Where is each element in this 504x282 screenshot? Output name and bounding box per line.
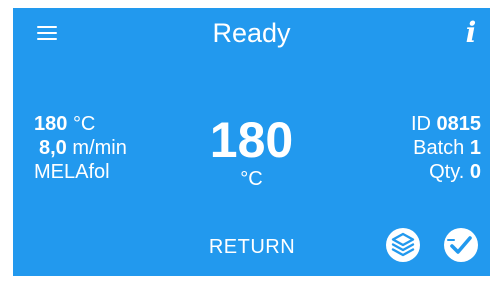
return-button[interactable]: RETURN	[193, 233, 311, 261]
batch-value: 1	[469, 137, 481, 159]
id-label: ID	[410, 113, 431, 135]
info-icon[interactable]: i	[460, 16, 482, 50]
qty-label: Qty.	[429, 161, 465, 183]
qty-line: Qty. 0	[411, 160, 481, 184]
status-title: Ready	[212, 18, 291, 48]
id-value: 0815	[436, 113, 482, 135]
machine-display-screen: Ready i 180 °C 8,0 m/min MELAfol 180 °C …	[13, 8, 490, 276]
id-line: ID 0815	[411, 112, 481, 136]
batch-line: Batch 1	[411, 136, 481, 160]
batch-label: Batch	[413, 137, 465, 159]
qty-value: 0	[469, 161, 481, 183]
layers-icon[interactable]	[385, 227, 421, 263]
check-badge-icon[interactable]	[443, 227, 479, 263]
right-parameters: ID 0815 Batch 1 Qty. 0	[411, 112, 481, 184]
